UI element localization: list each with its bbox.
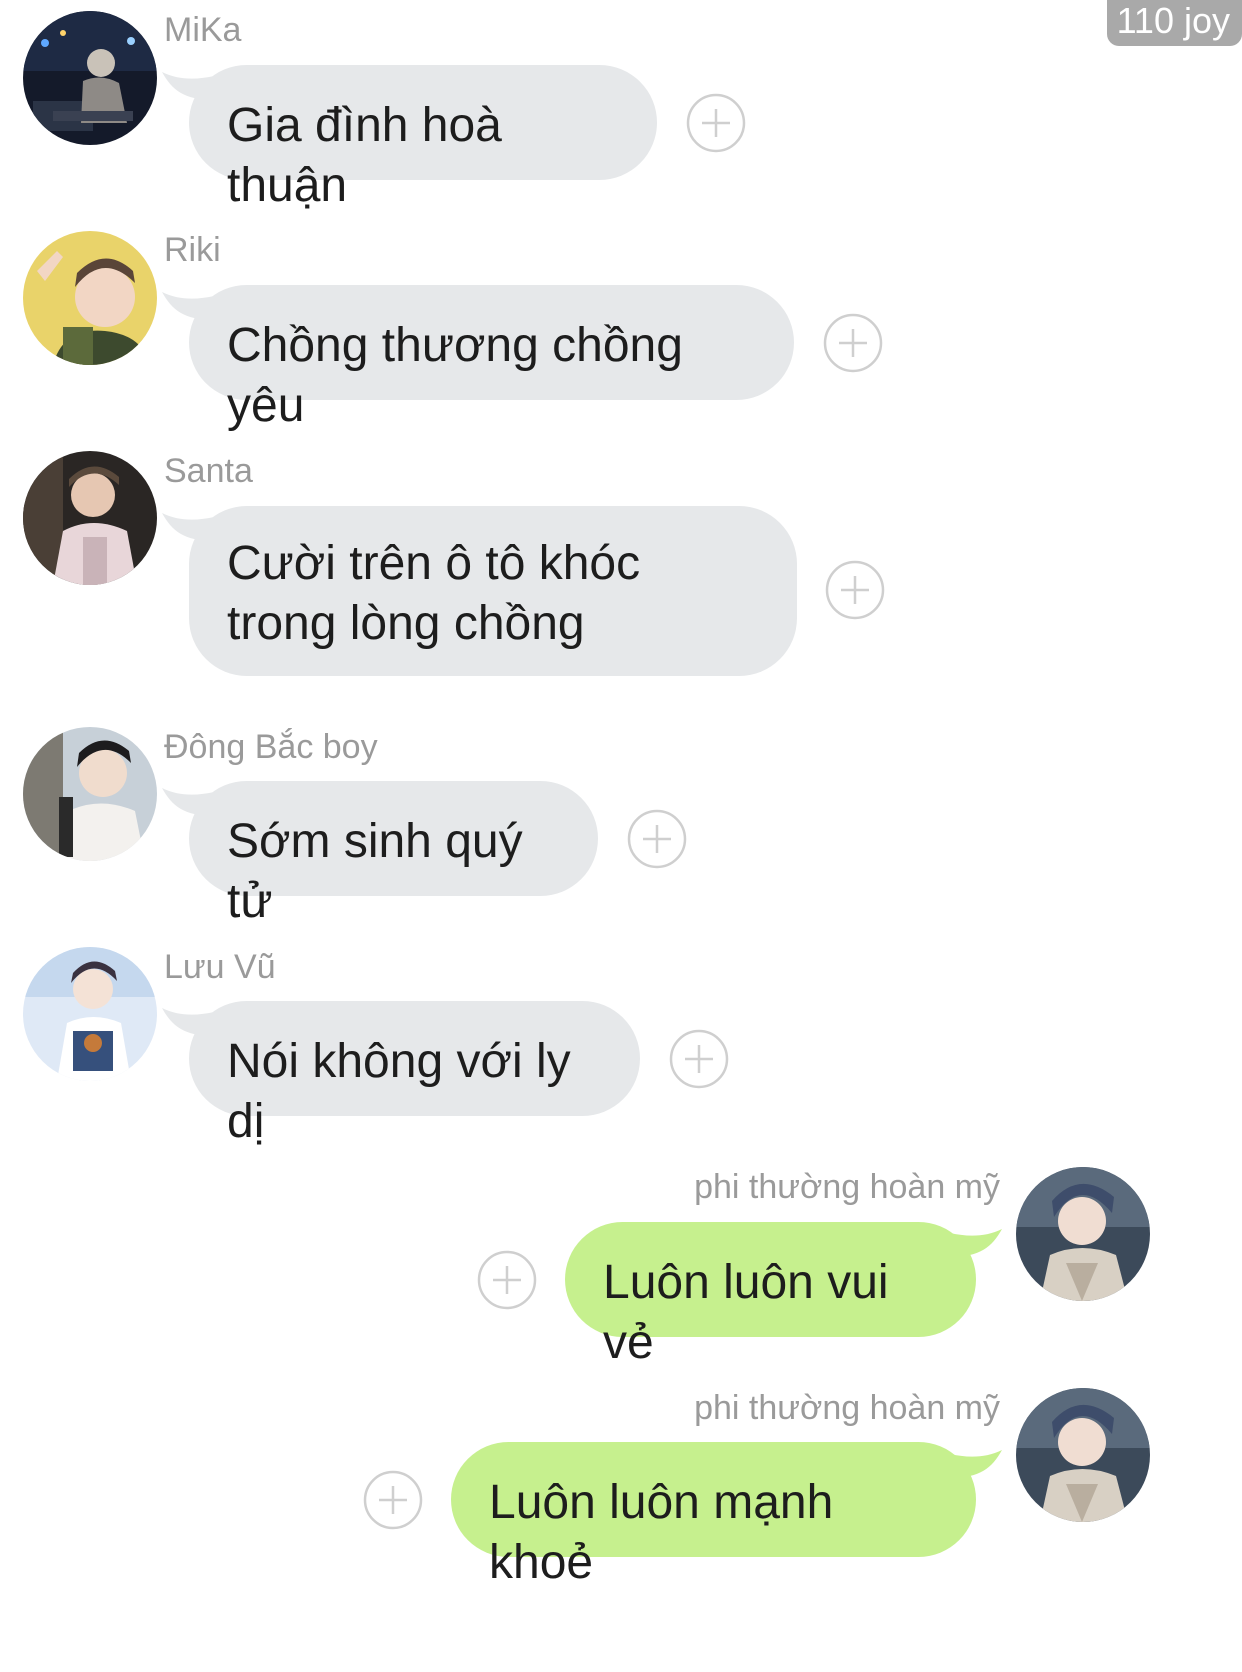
plus-circle-icon [823,313,883,373]
sender-name: Lưu Vũ [164,948,276,986]
message-text: Sớm sinh quý tử [227,815,523,928]
sender-name: MiKa [164,11,242,49]
message-bubble[interactable]: Gia đình hoà thuận [189,65,657,212]
plus-circle-icon [477,1250,537,1310]
add-reaction-button[interactable] [825,560,885,620]
sender-name: phi thường hoàn mỹ [694,1168,1000,1206]
sender-name: Riki [164,231,221,269]
message-text: Chồng thương chồng yêu [227,319,683,432]
message-text: Nói không với ly dị [227,1035,571,1148]
plus-circle-icon [825,560,885,620]
message-bubble[interactable]: Cười trên ô tô khóc trong lòng chồng [189,506,797,676]
plus-circle-icon [686,93,746,153]
sender-name: phi thường hoàn mỹ [694,1389,1000,1427]
plus-circle-icon [669,1029,729,1089]
plus-circle-icon [363,1470,423,1530]
add-reaction-button[interactable] [477,1250,537,1310]
sender-name: Đông Bắc boy [164,728,378,766]
message-bubble[interactable]: Luôn luôn mạnh khoẻ [451,1442,976,1589]
add-reaction-button[interactable] [686,93,746,153]
avatar-self[interactable] [1016,1167,1150,1301]
avatar-luu-vu[interactable] [23,947,157,1081]
message-text: Cười trên ô tô khóc trong lòng chồng [227,537,641,650]
add-reaction-button[interactable] [823,313,883,373]
avatar-santa[interactable] [23,451,157,585]
message-text: Luôn luôn mạnh khoẻ [489,1476,834,1589]
message-bubble[interactable]: Nói không với ly dị [189,1001,640,1148]
sender-name: Santa [164,452,253,490]
add-reaction-button[interactable] [363,1470,423,1530]
message-text: Luôn luôn vui vẻ [603,1256,889,1369]
message-bubble[interactable]: Sớm sinh quý tử [189,781,598,928]
add-reaction-button[interactable] [627,809,687,869]
message-text: Gia đình hoà thuận [227,99,502,212]
avatar-riki[interactable] [23,231,157,365]
avatar-mika[interactable] [23,11,157,145]
unread-count-badge[interactable]: 110 joy [1106,0,1242,46]
add-reaction-button[interactable] [669,1029,729,1089]
plus-circle-icon [627,809,687,869]
message-bubble[interactable]: Chồng thương chồng yêu [189,285,794,432]
message-bubble[interactable]: Luôn luôn vui vẻ [565,1222,976,1369]
avatar-dong-bac-boy[interactable] [23,727,157,861]
avatar-self[interactable] [1016,1388,1150,1522]
